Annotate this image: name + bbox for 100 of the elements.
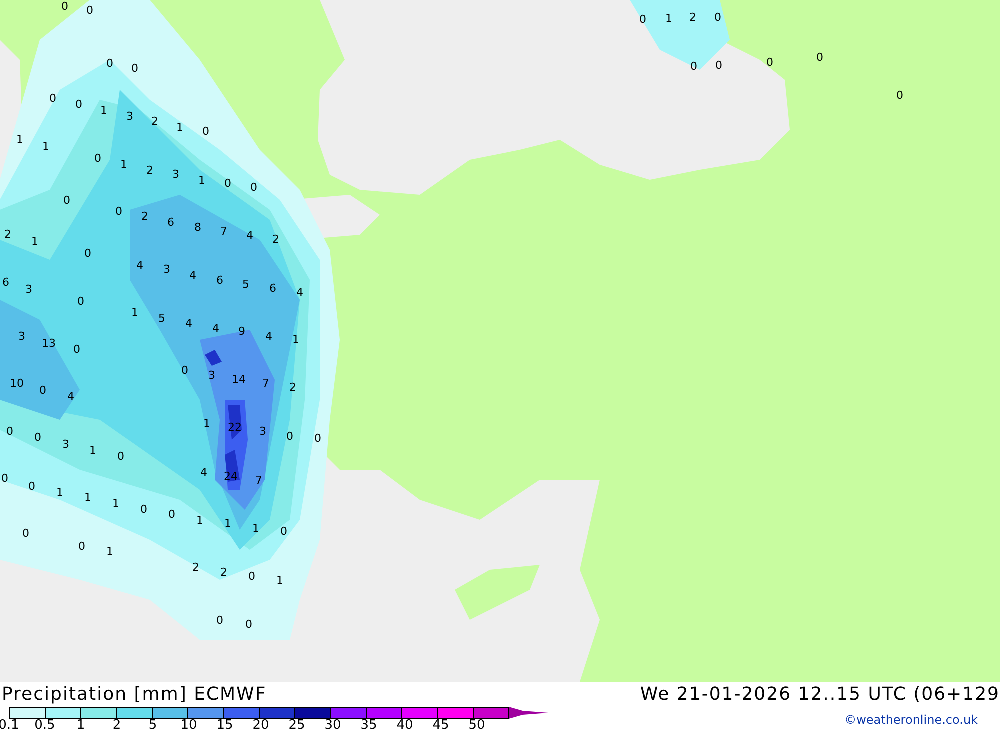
precipitation-value-label: 1: [276, 574, 284, 587]
precipitation-value-label: 0: [246, 618, 252, 631]
precipitation-value-label: 4: [212, 322, 220, 335]
precipitation-value-label: 0: [78, 295, 84, 308]
legend-tick-label: 0.5: [34, 718, 56, 733]
precipitation-value-label: 7: [262, 377, 270, 390]
precipitation-value-label: 0: [6, 425, 14, 438]
precipitation-value-label: 24: [224, 470, 238, 483]
precipitation-value-label: 5: [242, 278, 250, 291]
precipitation-value-label: 2: [192, 561, 200, 574]
precipitation-value-label: 5: [158, 312, 166, 325]
legend-tick-label: 50: [468, 718, 486, 733]
precipitation-value-label: 0: [86, 4, 94, 17]
precipitation-value-label: 3: [164, 263, 170, 276]
precipitation-value-label: 2: [690, 11, 696, 24]
legend-tick-label: 2: [112, 718, 122, 733]
precipitation-value-label: 1: [666, 12, 672, 25]
precipitation-value-label: 2: [272, 233, 280, 246]
precipitation-value-label: 3: [62, 438, 70, 451]
precipitation-value-label: 6: [168, 216, 174, 229]
precipitation-value-label: 1: [224, 517, 232, 530]
precipitation-value-label: 0: [84, 247, 92, 260]
precipitation-value-label: 2: [290, 381, 296, 394]
precipitation-value-label: 0: [94, 152, 102, 165]
precipitation-value-label: 0: [314, 432, 322, 445]
precipitation-value-label: 3: [26, 283, 32, 296]
precipitation-value-label: 4: [200, 466, 208, 479]
precipitation-value-label: 10: [10, 377, 24, 390]
precipitation-value-label: 6: [2, 276, 10, 289]
precipitation-value-label: 0: [62, 0, 68, 13]
precipitation-value-label: 0: [182, 364, 188, 377]
precipitation-value-label: 0: [28, 480, 36, 493]
precipitation-value-label: 0: [116, 205, 122, 218]
precipitation-value-label: 0: [286, 430, 294, 443]
precipitation-value-label: 8: [194, 221, 202, 234]
precipitation-value-label: 0: [76, 98, 82, 111]
precipitation-value-label: 1: [16, 133, 24, 146]
precipitation-value-label: 4: [190, 269, 196, 282]
precipitation-value-label: 0: [132, 62, 138, 75]
precipitation-value-label: 14: [232, 373, 246, 386]
precipitation-value-label: 1: [56, 486, 64, 499]
precipitation-value-label: 0: [690, 60, 698, 73]
precipitation-value-label: 0: [40, 384, 46, 397]
legend-tick-label: 35: [360, 718, 378, 733]
precipitation-value-label: 1: [132, 306, 138, 319]
legend-tick-label: 40: [396, 718, 414, 733]
precipitation-value-label: 3: [260, 425, 266, 438]
precipitation-value-label: 1: [204, 417, 210, 430]
precipitation-value-label: 4: [68, 390, 74, 403]
precipitation-value-label: 0: [118, 450, 124, 463]
precipitation-value-label: 0: [714, 11, 722, 24]
precipitation-value-label: 0: [248, 570, 256, 583]
precipitation-value-label: 1: [42, 140, 50, 153]
precipitation-value-label: 1: [120, 158, 128, 171]
precipitation-value-label: 0: [250, 181, 258, 194]
precipitation-value-label: 1: [32, 235, 38, 248]
precipitation-value-label: 13: [42, 337, 56, 350]
precipitation-value-label: 4: [136, 259, 144, 272]
precipitation-value-label: 4: [246, 229, 254, 242]
precipitation-value-label: 1: [90, 444, 96, 457]
precipitation-value-label: 2: [146, 164, 154, 177]
precipitation-value-label: 3: [208, 369, 216, 382]
precipitation-value-label: 2: [220, 566, 228, 579]
precipitation-value-label: 0: [22, 527, 30, 540]
precipitation-value-label: 1: [106, 545, 114, 558]
legend-tick-label: 1: [76, 718, 86, 733]
precipitation-value-label: 22: [228, 421, 242, 434]
precipitation-value-label: 6: [216, 274, 224, 287]
precipitation-value-label: 0: [50, 92, 56, 105]
precipitation-value-label: 9: [238, 325, 246, 338]
precipitation-value-label: 7: [256, 474, 262, 487]
precipitation-value-label: 1: [112, 497, 120, 510]
precipitation-value-label: 0: [140, 503, 148, 516]
legend-tick-label: 10: [180, 718, 198, 733]
precipitation-value-label: 0: [74, 343, 80, 356]
precipitation-value-label: 0: [106, 57, 114, 70]
precipitation-value-label: 0: [64, 194, 70, 207]
precipitation-value-label: 1: [292, 333, 300, 346]
precipitation-value-label: 0: [216, 614, 224, 627]
precipitation-value-label: 1: [252, 522, 260, 535]
precipitation-value-label: 1: [198, 174, 206, 187]
precipitation-value-label: 0: [224, 177, 232, 190]
legend-tick-label: 30: [324, 718, 342, 733]
precipitation-value-label: 0: [816, 51, 824, 64]
precipitation-value-label: 0: [2, 472, 8, 485]
legend-tick-label: 5: [148, 718, 158, 733]
precipitation-value-label: 0: [280, 525, 288, 538]
legend-tick-label: 25: [288, 718, 306, 733]
precipitation-value-label: 4: [296, 286, 304, 299]
legend-tick-label: 45: [432, 718, 450, 733]
precipitation-value-label: 4: [186, 317, 192, 330]
copyright-link[interactable]: ©weatheronline.co.uk: [844, 713, 978, 733]
precipitation-value-label: 1: [84, 491, 92, 504]
precipitation-value-label: 2: [152, 115, 158, 128]
precipitation-value-label: 3: [18, 330, 26, 343]
precipitation-value-label: 0: [716, 59, 722, 72]
precipitation-value-label: 0: [766, 56, 774, 69]
legend-tick-label: 20: [252, 718, 270, 733]
legend-tick-label: 15: [216, 718, 234, 733]
precipitation-value-label: 7: [220, 225, 228, 238]
